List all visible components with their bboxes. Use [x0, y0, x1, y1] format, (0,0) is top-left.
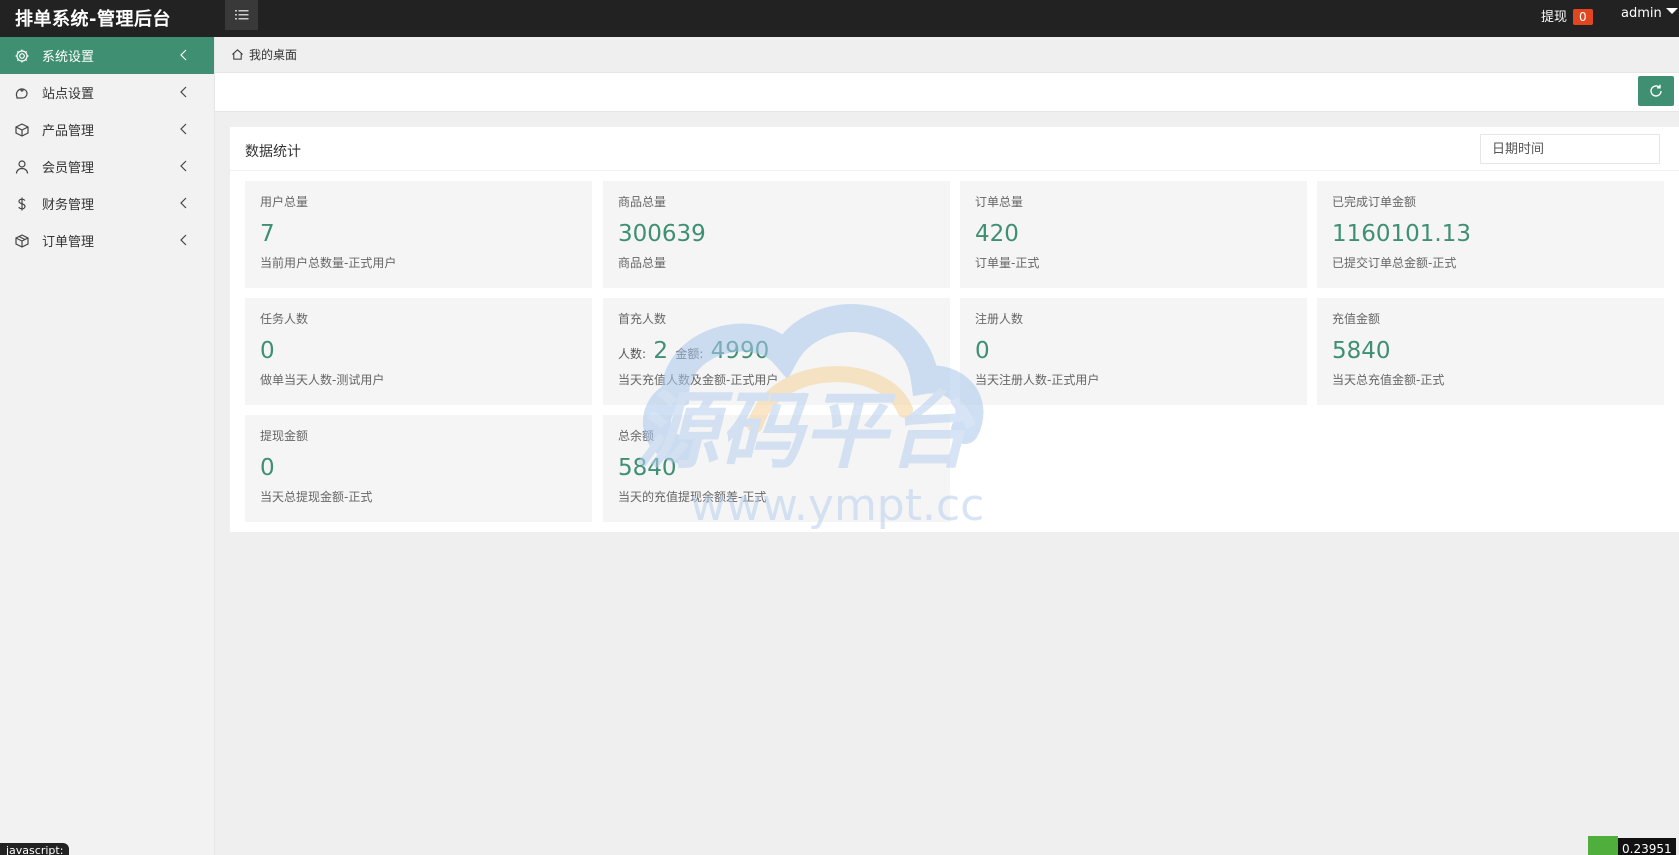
home-icon: [231, 48, 244, 61]
stat-value: 人数: 2 金额: 4990: [618, 336, 935, 367]
sidebar: 系统设置 站点设置 产品管理 会员管理 财务管理 订单管理: [0, 37, 215, 855]
sidebar-item-finance-management[interactable]: 财务管理: [0, 185, 214, 222]
sidebar-item-system-settings[interactable]: 系统设置: [0, 37, 214, 74]
stat-label: 商品总量: [618, 195, 667, 209]
stat-label: 首充人数: [618, 312, 667, 326]
stat-label: 订单总量: [975, 195, 1024, 209]
stat-desc: 当天总提现金额-正式: [260, 490, 373, 504]
site-icon: [13, 84, 31, 102]
user-menu[interactable]: admin: [1621, 6, 1678, 21]
user-name: admin: [1621, 6, 1662, 21]
sidebar-item-label: 财务管理: [42, 198, 95, 213]
stat-tile-completed-order-amount: 已完成订单金额 1160101.13 已提交订单总金额-正式: [1317, 181, 1664, 288]
chevron-left-icon: [180, 49, 187, 61]
stat-label: 总余额: [618, 429, 655, 443]
list-icon: [234, 10, 248, 20]
order-box-icon: [13, 232, 31, 250]
stat-tile-registrations: 注册人数 0 当天注册人数-正式用户: [960, 298, 1307, 405]
stat-tile-withdraw-amount: 提现金额 0 当天总提现金额-正式: [245, 415, 592, 522]
stat-tile-total-orders: 订单总量 420 订单量-正式: [960, 181, 1307, 288]
chevron-left-icon: [180, 160, 187, 172]
stat-label: 用户总量: [260, 195, 309, 209]
stat-desc: 当天注册人数-正式用户: [975, 373, 1100, 387]
chevron-left-icon: [180, 123, 187, 135]
stat-label: 充值金额: [1332, 312, 1381, 326]
sidebar-item-order-management[interactable]: 订单管理: [0, 222, 214, 259]
sidebar-item-label: 系统设置: [42, 50, 95, 65]
stat-desc: 做单当天人数-测试用户: [260, 373, 385, 387]
stat-desc: 商品总量: [618, 256, 667, 270]
stat-tile-total-balance: 总余额 5840 当天的充值提现余额差-正式: [603, 415, 950, 522]
stat-desc: 已提交订单总金额-正式: [1332, 256, 1457, 270]
stat-value: 1160101.13: [1332, 221, 1472, 247]
stat-desc: 当天充值人数及金额-正式用户: [618, 373, 779, 387]
sidebar-item-product-management[interactable]: 产品管理: [0, 111, 214, 148]
stat-tile-total-users: 用户总量 7 当前用户总数量-正式用户: [245, 181, 592, 288]
refresh-icon: [1650, 84, 1662, 97]
stat-desc: 当天的充值提现余额差-正式: [618, 490, 767, 504]
breadcrumb-home-link[interactable]: 我的桌面: [249, 46, 297, 63]
first-recharge-count: 2: [653, 338, 668, 364]
stat-desc: 订单量-正式: [975, 256, 1040, 270]
stat-value: 5840: [618, 455, 677, 481]
sidebar-item-label: 产品管理: [42, 124, 95, 139]
sidebar-item-label: 订单管理: [42, 235, 95, 250]
top-bar: 排单系统-管理后台 提现 0 admin: [0, 0, 1679, 37]
sidebar-item-label: 站点设置: [42, 87, 95, 102]
stat-tile-total-products: 商品总量 300639 商品总量: [603, 181, 950, 288]
stat-label: 任务人数: [260, 312, 309, 326]
stats-panel: 数据统计 用户总量 7 当前用户总数量-正式用户 商品总量 300639 商品总…: [230, 127, 1679, 532]
withdraw-badge: 0: [1573, 9, 1593, 25]
chevron-left-icon: [180, 197, 187, 209]
stat-value: 0: [260, 338, 275, 364]
stat-tile-task-users: 任务人数 0 做单当天人数-测试用户: [245, 298, 592, 405]
stat-value: 300639: [618, 221, 706, 247]
app-logo-icon: [1588, 836, 1618, 855]
withdraw-label: 提现: [1541, 10, 1568, 25]
sidebar-item-site-settings[interactable]: 站点设置: [0, 74, 214, 111]
stat-value: 420: [975, 221, 1019, 247]
stat-value: 0: [975, 338, 990, 364]
dollar-icon: [13, 195, 31, 213]
refresh-button[interactable]: [1638, 76, 1674, 106]
sidebar-item-label: 会员管理: [42, 161, 95, 176]
user-icon: [13, 158, 31, 176]
gear-icon: [13, 47, 31, 65]
app-title: 排单系统-管理后台: [15, 9, 171, 30]
status-number: 0.23951: [1618, 838, 1676, 855]
stats-title: 数据统计: [245, 144, 301, 160]
stat-value: 5840: [1332, 338, 1391, 364]
status-bar-url: javascript:: [0, 843, 70, 855]
toolbar: [215, 73, 1679, 112]
stat-label: 提现金额: [260, 429, 309, 443]
first-recharge-count-label: 人数:: [618, 347, 647, 361]
sidebar-item-member-management[interactable]: 会员管理: [0, 148, 214, 185]
date-time-input[interactable]: [1480, 134, 1660, 164]
stat-label: 注册人数: [975, 312, 1024, 326]
stat-value: 7: [260, 221, 275, 247]
stat-desc: 当前用户总数量-正式用户: [260, 256, 397, 270]
first-recharge-amount-label: 金额:: [675, 347, 704, 361]
stat-label: 已完成订单金额: [1332, 195, 1417, 209]
stat-tile-first-recharge: 首充人数 人数: 2 金额: 4990 当天充值人数及金额-正式用户: [603, 298, 950, 405]
chevron-left-icon: [180, 86, 187, 98]
stat-desc: 当天总充值金额-正式: [1332, 373, 1445, 387]
stat-value: 0: [260, 455, 275, 481]
box-icon: [13, 121, 31, 139]
chevron-left-icon: [180, 234, 187, 246]
first-recharge-amount: 4990: [710, 338, 770, 364]
stats-panel-header: 数据统计: [230, 127, 1679, 171]
stat-tile-recharge-amount: 充值金额 5840 当天总充值金额-正式: [1317, 298, 1664, 405]
withdraw-link[interactable]: 提现 0: [1541, 6, 1593, 25]
menu-toggle-button[interactable]: [225, 0, 258, 30]
breadcrumb: 我的桌面: [215, 37, 1679, 73]
caret-down-icon: [1665, 8, 1678, 14]
